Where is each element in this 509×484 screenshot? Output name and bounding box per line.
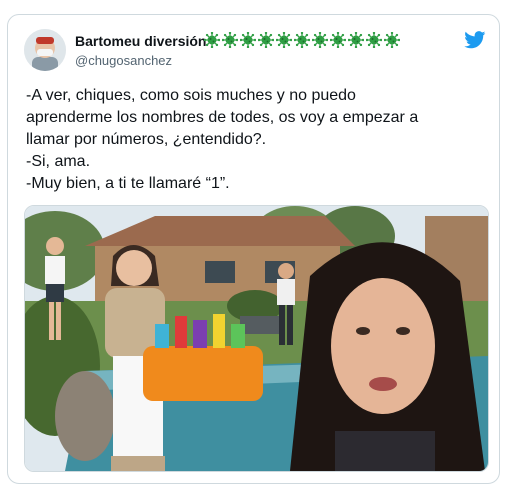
tweet-card[interactable]: Bartomeu diversión @chugosanchez -A ver,… xyxy=(7,14,500,484)
virus-icon xyxy=(294,32,310,48)
name-emoji-row xyxy=(204,32,400,48)
virus-icon xyxy=(384,32,400,48)
display-name[interactable]: Bartomeu diversión xyxy=(75,33,206,49)
virus-icon xyxy=(240,32,256,48)
twitter-bird-icon[interactable] xyxy=(464,31,486,49)
virus-icon xyxy=(348,32,364,48)
virus-icon xyxy=(276,32,292,48)
tweet-text-line: -Si, ama. xyxy=(26,153,91,170)
virus-icon xyxy=(258,32,274,48)
virus-icon xyxy=(312,32,328,48)
tweet-media-image[interactable] xyxy=(24,205,489,472)
tweet-text-line: -Muy bien, a ti te llamaré “1”. xyxy=(26,175,230,192)
tweet-text-line: -A ver, chiques, como sois muches y no p… xyxy=(26,87,356,104)
tweet-text-line: aprenderme los nombres de todes, os voy … xyxy=(26,109,419,126)
tweet-text: -A ver, chiques, como sois muches y no p… xyxy=(26,85,496,195)
user-handle[interactable]: @chugosanchez xyxy=(75,53,172,68)
tweet-text-line: llamar por números, ¿entendido?. xyxy=(26,131,267,148)
avatar[interactable] xyxy=(24,29,66,71)
virus-icon xyxy=(366,32,382,48)
virus-icon xyxy=(330,32,346,48)
virus-icon xyxy=(222,32,238,48)
virus-icon xyxy=(204,32,220,48)
